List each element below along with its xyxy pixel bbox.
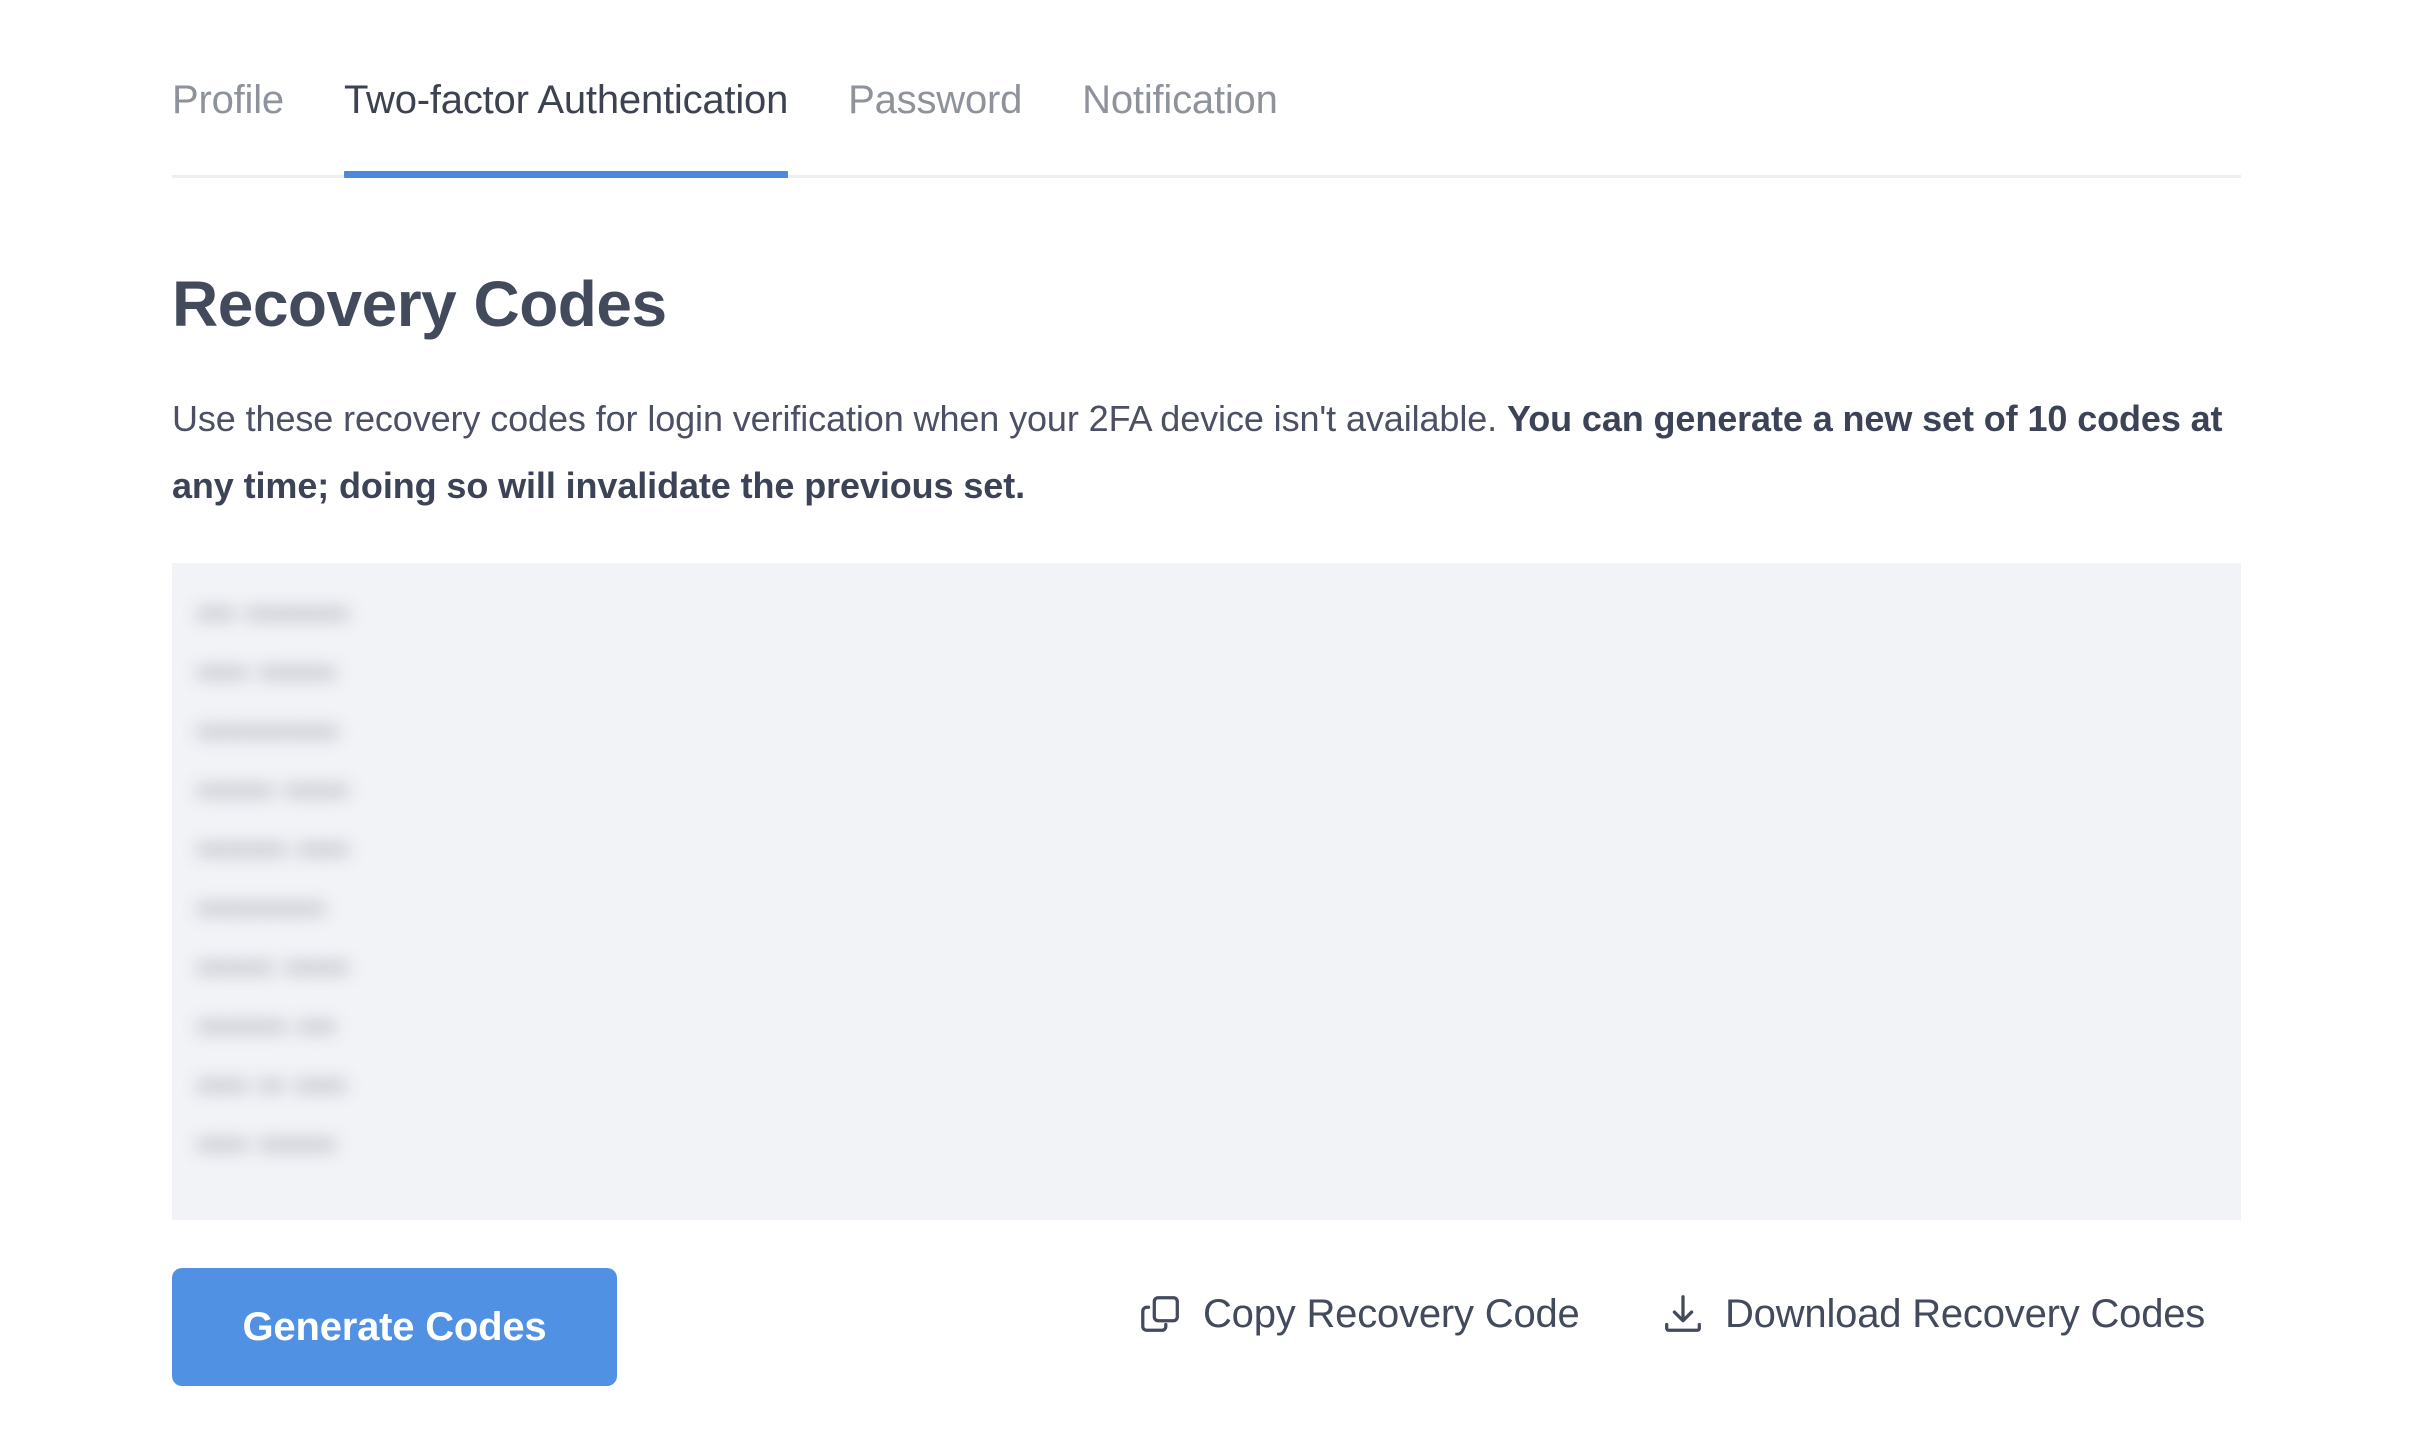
tab-profile[interactable]: Profile: [172, 62, 284, 175]
recovery-codes-list: ••• •••••••• •••• •••••• ••••••••••• •••…: [197, 585, 349, 1175]
page-title: Recovery Codes: [172, 268, 667, 340]
page-description: Use these recovery codes for login verif…: [172, 385, 2237, 519]
generate-codes-button[interactable]: Generate Codes: [172, 1268, 617, 1386]
recovery-code-item: ••••••••••: [197, 890, 327, 928]
tab-notification[interactable]: Notification: [1082, 62, 1278, 175]
description-plain-text: Use these recovery codes for login verif…: [172, 398, 1507, 439]
download-recovery-codes-button[interactable]: Download Recovery Codes: [1659, 1290, 2205, 1338]
settings-page: Profile Two-factor Authentication Passwo…: [0, 0, 2424, 1455]
recovery-code-item: ••••••• ••••: [197, 831, 350, 869]
recovery-code-item: •••••• •••••: [197, 772, 350, 810]
copy-icon: [1137, 1290, 1185, 1338]
copy-recovery-code-label: Copy Recovery Code: [1203, 1291, 1580, 1336]
settings-tabbar: Profile Two-factor Authentication Passwo…: [172, 62, 2241, 178]
recovery-code-item: •••• ••••••: [197, 1126, 337, 1164]
tab-password[interactable]: Password: [848, 62, 1022, 175]
recovery-codes-panel: ••• •••••••• •••• •••••• ••••••••••• •••…: [172, 563, 2241, 1220]
copy-recovery-code-button[interactable]: Copy Recovery Code: [1137, 1290, 1580, 1338]
recovery-code-item: •••• ••••••: [197, 654, 337, 692]
recovery-code-item: •••••• •••••: [197, 949, 350, 987]
tab-two-factor-authentication[interactable]: Two-factor Authentication: [343, 62, 788, 178]
download-recovery-codes-label: Download Recovery Codes: [1725, 1291, 2206, 1336]
download-icon: [1659, 1290, 1707, 1338]
actions-bar: Generate Codes Copy Recovery Code Downlo…: [172, 1268, 2241, 1386]
recovery-code-item: ••••••• •••: [197, 1008, 337, 1046]
recovery-code-item: •••••••••••: [197, 713, 339, 751]
recovery-code-item: ••• ••••••••: [197, 595, 350, 633]
recovery-code-item: •••• •• ••••: [197, 1067, 347, 1105]
